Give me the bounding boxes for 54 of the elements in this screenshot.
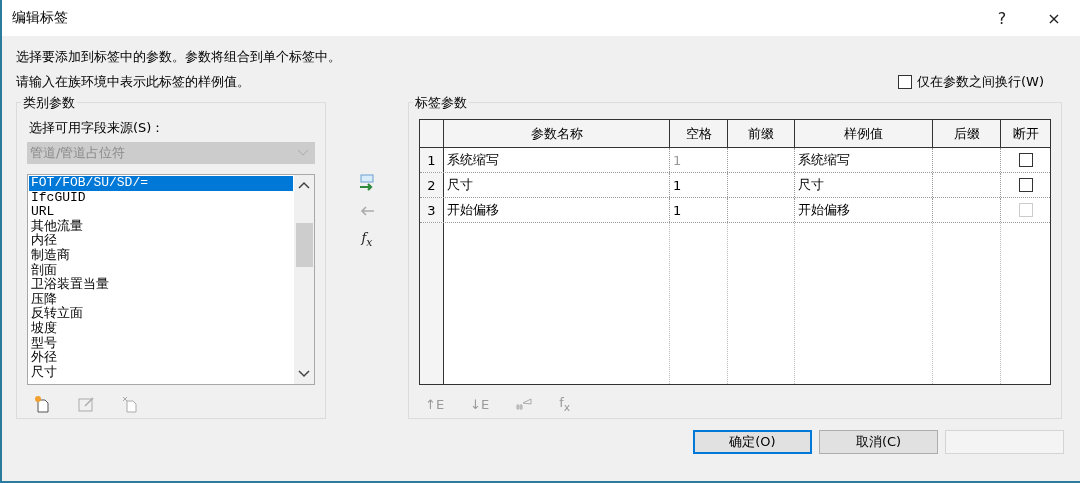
row-number: 2 (420, 173, 444, 197)
new-parameter-button[interactable] (33, 395, 51, 413)
instruction-text: 请输入在族环境中表示此标签的样例值。 (16, 73, 250, 91)
chevron-down-icon (297, 149, 309, 157)
parameter-list[interactable]: FOT/FOB/SU/SD/= IfcGUID URL 其他流量 内径 制造商 剖面 卫浴装置当量 压降 反转立面 坡度 型号 外径 尺寸 (27, 174, 315, 385)
column-header: 空格 (670, 120, 728, 147)
table-cell: 开始偏移 (444, 198, 670, 222)
list-item[interactable]: 制造商 (29, 248, 293, 264)
list-item[interactable]: FOT/FOB/SU/SD/= (29, 176, 293, 191)
column-header: 样例值 (795, 120, 933, 147)
group-title: 标签参数 (413, 94, 469, 112)
window-title: 编辑标签 (12, 9, 69, 27)
table-cell: 尺寸 (795, 173, 933, 197)
table-cell: 1 (670, 173, 728, 197)
list-item[interactable]: 坡度 (29, 321, 293, 337)
delete-parameter-button[interactable] (121, 395, 139, 413)
checkbox-label: 仅在参数之间换行(W) (917, 72, 1044, 91)
table-cell: 1 (670, 198, 728, 222)
source-label: 选择可用字段来源(S)： (29, 119, 166, 137)
table-cell: 系统缩写 (444, 148, 670, 172)
list-item[interactable]: 反转立面 (29, 307, 293, 322)
column-header: 断开 (1011, 124, 1040, 143)
wrap-checkbox[interactable] (898, 74, 912, 89)
list-item[interactable]: 外径 (29, 351, 293, 366)
list-item[interactable]: 卫浴装置当量 (29, 278, 293, 293)
column-header: 后缀 (933, 120, 1001, 147)
dialog-button[interactable]: 取消(C) (819, 430, 938, 454)
scroll-down-icon[interactable] (298, 370, 310, 378)
table-cell: 开始偏移 (795, 198, 933, 222)
list-item[interactable]: 内径 (29, 234, 293, 249)
group-title: 类别参数 (21, 94, 77, 112)
column-header: 前缀 (728, 120, 795, 147)
row-number: 1 (420, 148, 444, 172)
remove-parameter-button[interactable] (359, 206, 375, 216)
scrollbar-thumb[interactable] (295, 222, 313, 267)
close-button[interactable]: × (1028, 0, 1080, 36)
toolbar-button[interactable] (515, 396, 534, 413)
row-number: 3 (420, 198, 444, 222)
table-cell: 系统缩写 (795, 148, 933, 172)
formula-button[interactable]: f$_{x}$ (359, 230, 375, 249)
break-checkbox[interactable] (1018, 178, 1033, 192)
list-item[interactable]: URL (29, 205, 293, 220)
instruction-text: 选择要添加到标签中的参数。参数将组合到单个标签中。 (16, 48, 342, 66)
list-item[interactable]: IfcGUID (29, 190, 293, 206)
dialog-button[interactable]: 确定(O) (693, 430, 812, 454)
column-header: 参数名称 (444, 120, 670, 147)
scroll-up-icon[interactable] (298, 181, 310, 189)
table-cell: 尺寸 (444, 173, 670, 197)
table-cell: 1 (670, 148, 728, 172)
break-checkbox[interactable] (1018, 153, 1033, 167)
edit-parameter-button[interactable] (77, 395, 95, 413)
list-item[interactable]: 尺寸 (29, 365, 293, 381)
add-parameter-button[interactable] (358, 174, 376, 192)
help-button[interactable]: ? (976, 0, 1028, 36)
